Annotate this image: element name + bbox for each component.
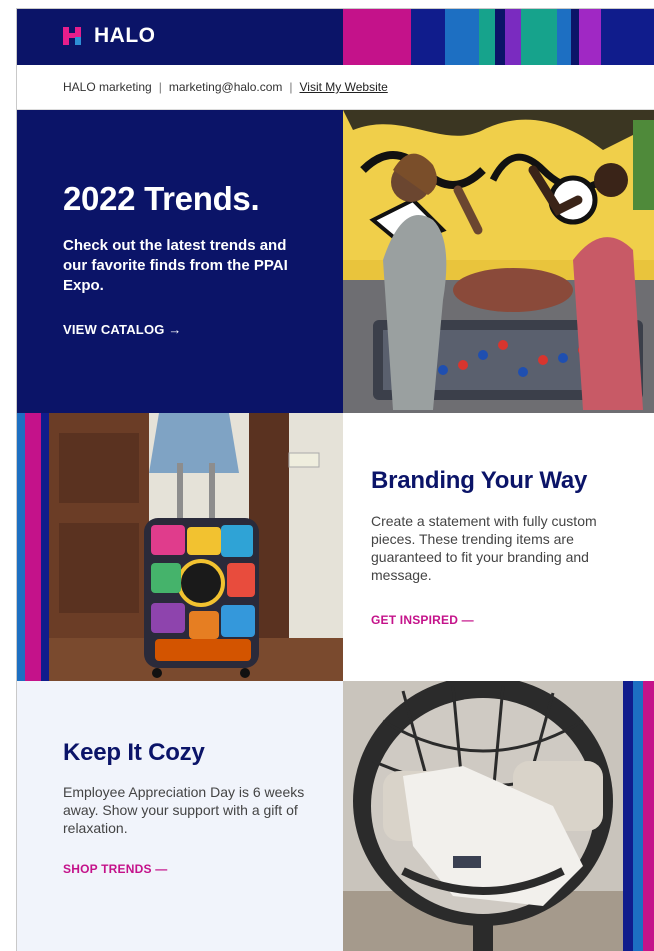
luggage-photo[interactable] — [49, 413, 343, 681]
logo-wordmark: HALO — [94, 24, 156, 47]
branding-body: Create a statement with fully custom pie… — [371, 513, 597, 583]
email-header: HALO — [17, 9, 654, 65]
cozy-title: Keep It Cozy — [63, 739, 205, 766]
hero-body: Check out the latest trends and our favo… — [63, 237, 288, 294]
separator: | — [289, 80, 293, 94]
egg-chair-photo[interactable] — [343, 681, 623, 951]
hero-panel: 2022 Trends. Check out the latest trends… — [17, 110, 343, 413]
email-frame: HALO HALO marketing | marketing@halo.com… — [16, 8, 654, 951]
view-catalog-link[interactable]: VIEW CATALOG → — [63, 322, 182, 337]
cozy-panel: Keep It Cozy Employee Appreciation Day i… — [17, 681, 343, 951]
left-color-stripes — [17, 413, 49, 681]
right-color-stripes — [623, 681, 654, 951]
contact-email[interactable]: marketing@halo.com — [169, 80, 283, 94]
hero-title: 2022 Trends. — [63, 180, 260, 217]
company-name: HALO marketing — [63, 80, 152, 94]
branding-title: Branding Your Way — [371, 467, 588, 494]
halo-logo-icon — [63, 27, 81, 45]
get-inspired-link[interactable]: GET INSPIRED — — [371, 613, 474, 627]
contact-bar: HALO marketing | marketing@halo.com | Vi… — [17, 65, 654, 110]
cozy-body: Employee Appreciation Day is 6 weeks awa… — [63, 784, 305, 836]
halo-logo[interactable]: HALO — [63, 24, 156, 48]
separator: | — [158, 80, 162, 94]
shop-trends-link[interactable]: SHOP TRENDS — — [63, 862, 167, 876]
branding-panel: Branding Your Way Create a statement wit… — [343, 413, 654, 681]
visit-website-link[interactable]: Visit My Website — [300, 80, 388, 94]
header-color-stripes — [343, 9, 654, 65]
hero-photo[interactable] — [343, 110, 654, 413]
